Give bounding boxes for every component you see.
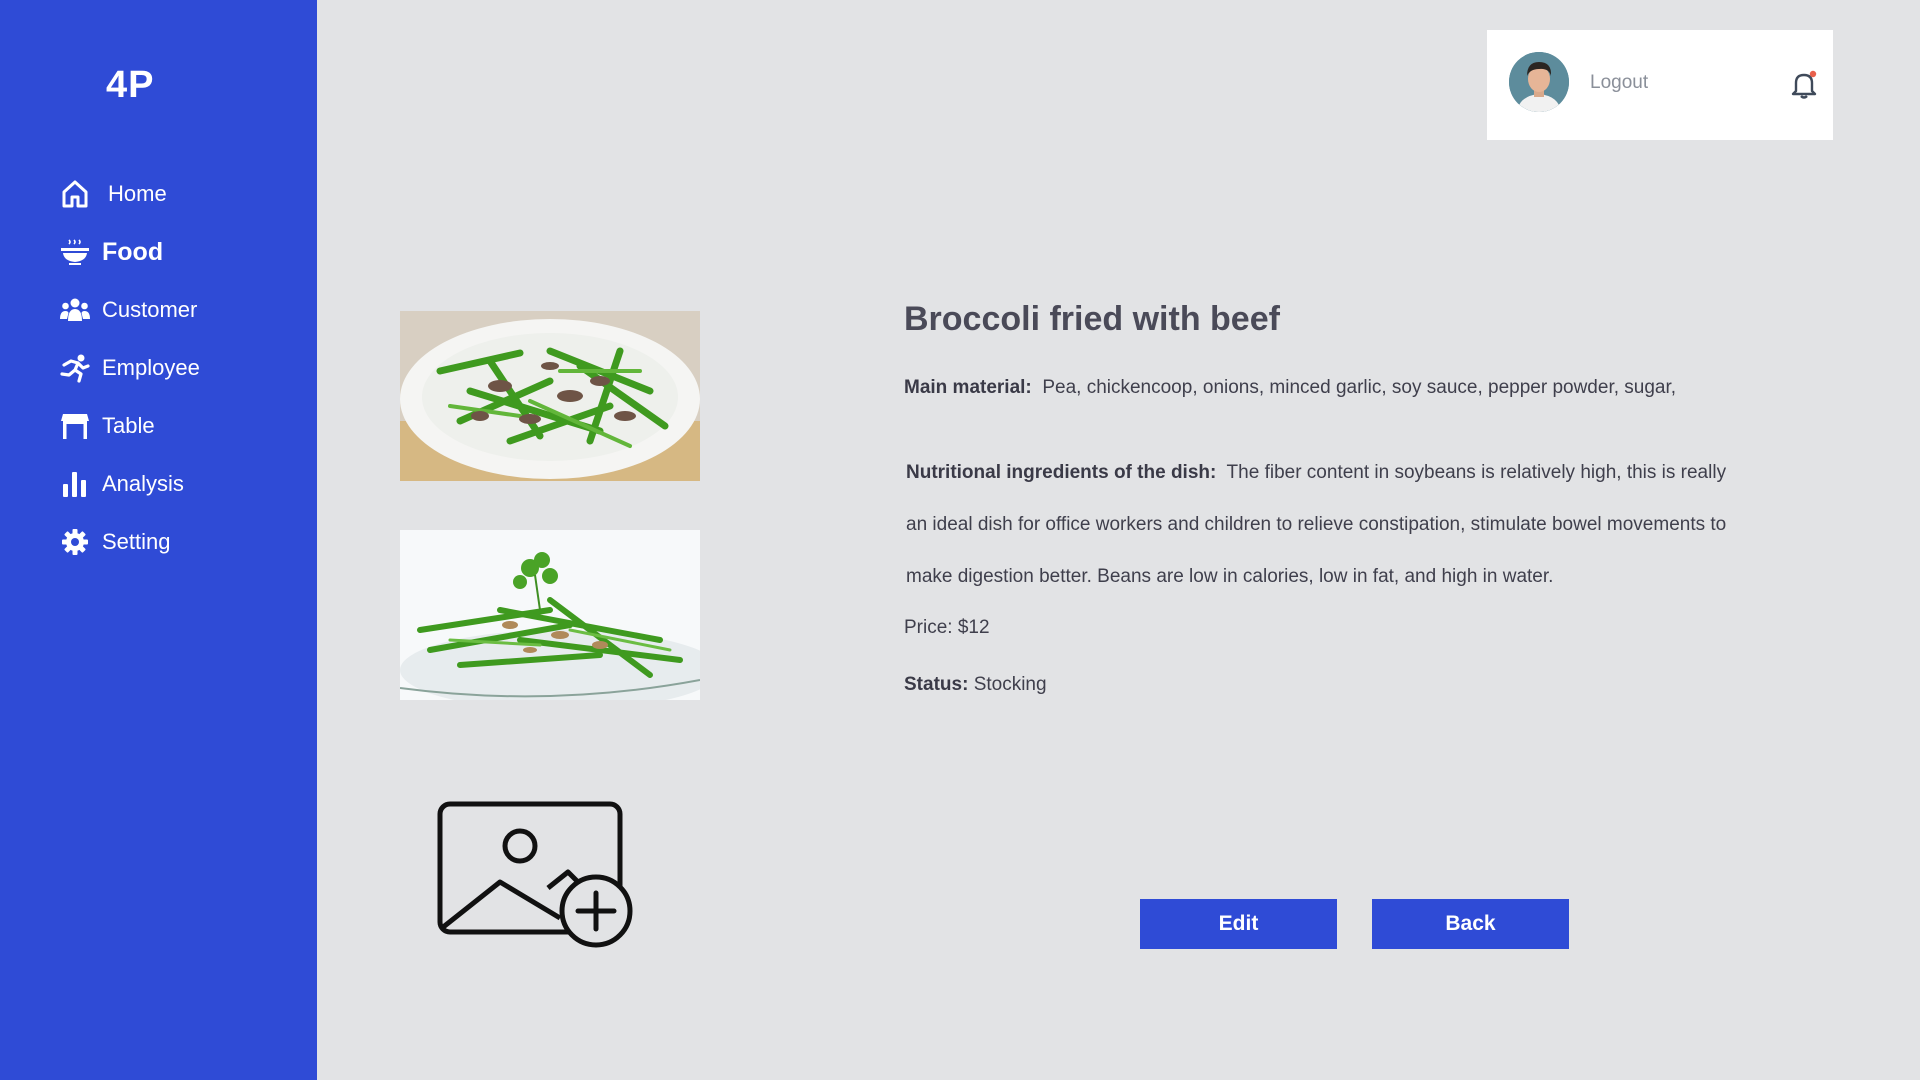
bar-chart-icon	[60, 469, 90, 499]
sidebar-nav: Home Food Customer Employee Table Analys…	[60, 165, 200, 571]
sidebar-item-label: Table	[102, 413, 155, 438]
bell-icon[interactable]	[1787, 68, 1821, 102]
table-icon	[60, 411, 90, 441]
home-icon	[60, 179, 90, 209]
back-button[interactable]: Back	[1372, 899, 1569, 949]
sidebar-item-label: Analysis	[102, 471, 184, 496]
gear-icon	[60, 527, 90, 557]
sidebar-item-table[interactable]: Table	[60, 397, 200, 455]
dish-photo-2[interactable]	[400, 530, 700, 700]
sidebar-item-employee[interactable]: Employee	[60, 339, 200, 397]
add-image-icon[interactable]	[436, 800, 636, 950]
main-material-label: Main material:	[904, 377, 1032, 398]
nutrition-info: Nutritional ingredients of the dish: The…	[904, 447, 1734, 603]
user-panel: Logout	[1487, 30, 1833, 140]
price: Price: $12	[904, 617, 990, 638]
sidebar-item-setting[interactable]: Setting	[60, 513, 200, 571]
app-logo[interactable]: 4P	[106, 64, 154, 107]
sidebar-item-label: Home	[108, 181, 167, 206]
avatar[interactable]	[1509, 52, 1569, 112]
edit-button[interactable]: Edit	[1140, 899, 1337, 949]
status-label: Status:	[904, 674, 969, 695]
status-value: Stocking	[973, 674, 1047, 695]
sidebar-item-label: Customer	[102, 297, 198, 322]
bowl-icon	[60, 237, 90, 267]
sidebar: 4P Home Food Customer Employee Table Ana…	[0, 0, 317, 1080]
main-material-value: Pea, chickencoop, onions, minced garlic,…	[1042, 377, 1677, 398]
sidebar-item-label: Food	[102, 237, 164, 266]
sidebar-item-home[interactable]: Home	[60, 165, 200, 223]
sidebar-item-food[interactable]: Food	[60, 223, 200, 281]
status: Status: Stocking	[904, 674, 1734, 696]
running-person-icon	[60, 353, 90, 383]
dish-detail: Broccoli fried with beef Main material: …	[904, 300, 1734, 696]
logout-link[interactable]: Logout	[1590, 72, 1648, 94]
main-material: Main material: Pea, chickencoop, onions,…	[904, 377, 1734, 399]
sidebar-item-analysis[interactable]: Analysis	[60, 455, 200, 513]
nutrition-label: Nutritional ingredients of the dish:	[906, 462, 1217, 483]
dish-title: Broccoli fried with beef	[904, 300, 1280, 338]
sidebar-item-label: Setting	[102, 529, 171, 554]
sidebar-item-label: Employee	[102, 355, 200, 380]
users-icon	[60, 295, 90, 325]
dish-photo-1[interactable]	[400, 311, 700, 481]
sidebar-item-customer[interactable]: Customer	[60, 281, 200, 339]
